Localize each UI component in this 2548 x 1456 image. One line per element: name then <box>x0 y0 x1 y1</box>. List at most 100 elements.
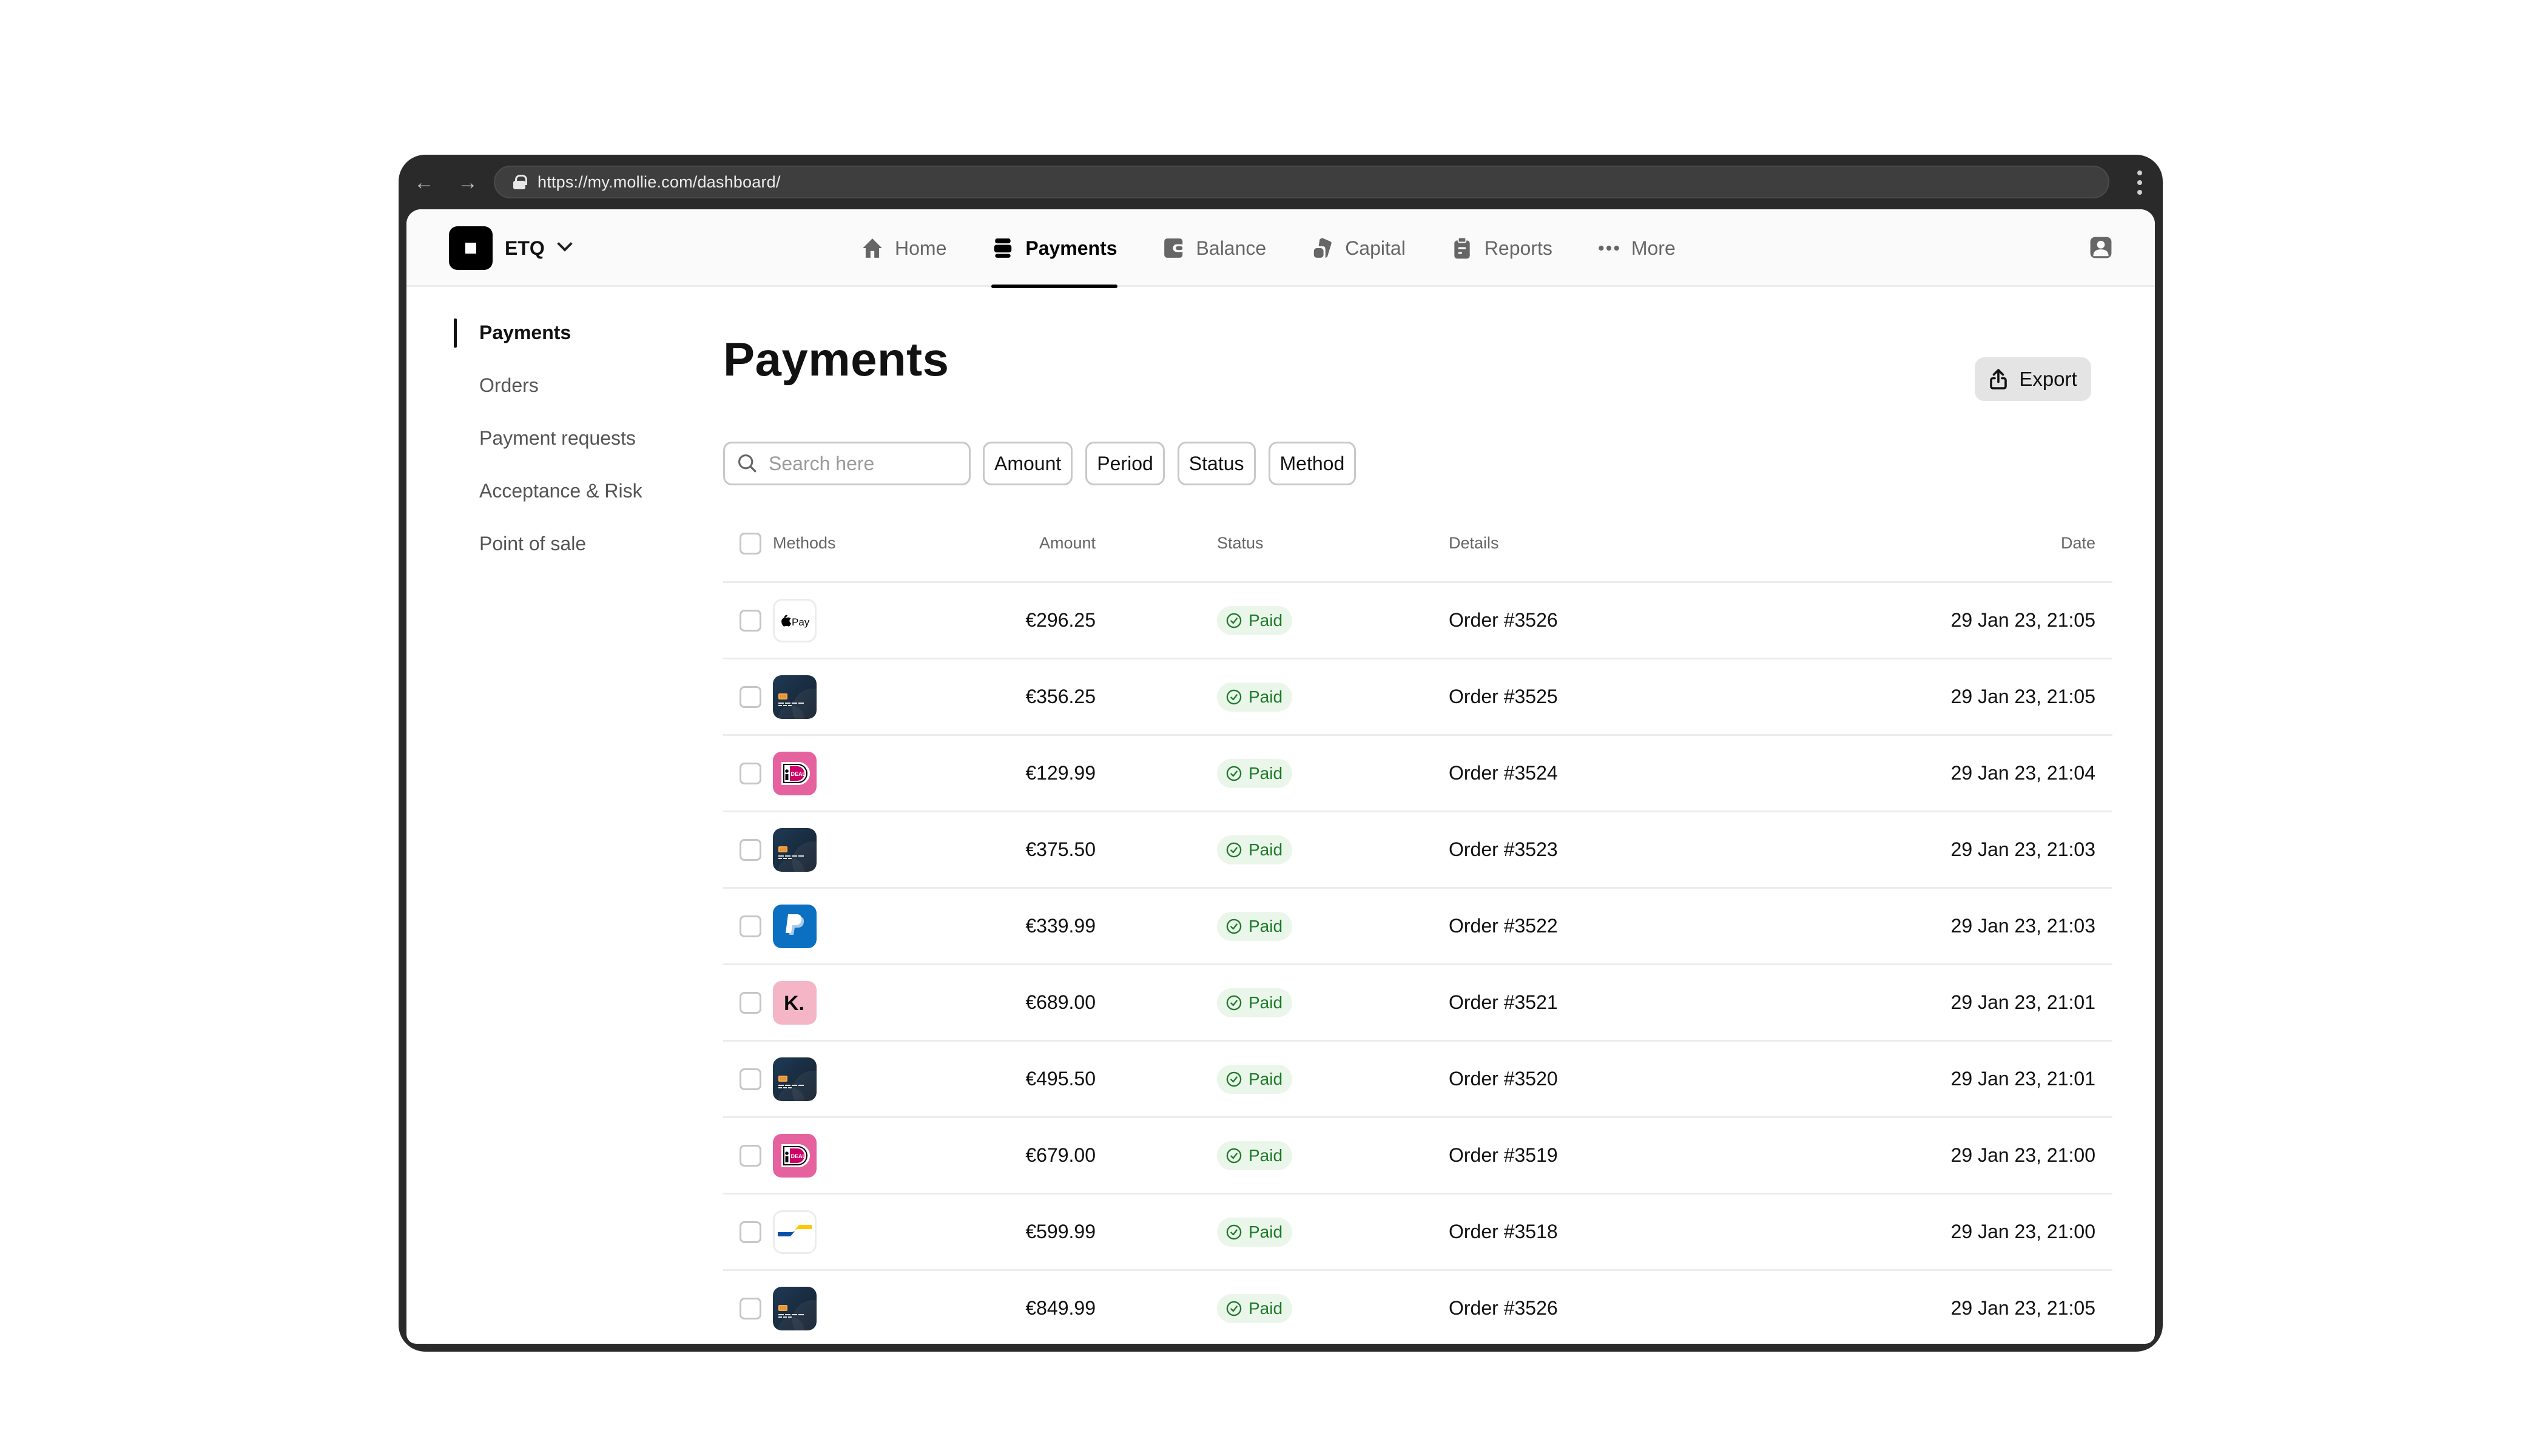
status-cell: Paid <box>1217 1141 1293 1170</box>
filter-method-button[interactable]: Method <box>1268 442 1357 485</box>
credit-card-icon <box>773 1286 817 1330</box>
search-field[interactable] <box>723 442 971 485</box>
details-cell[interactable]: Order #3522 <box>1449 915 1558 937</box>
more-dots-icon <box>1597 237 1620 260</box>
sidebar-item-payment-requests[interactable]: Payment requests <box>454 412 642 465</box>
credit-card-icon <box>773 827 817 872</box>
sidebar-item-payments[interactable]: Payments <box>454 306 642 359</box>
row-checkbox[interactable] <box>740 1297 761 1320</box>
org-switcher[interactable]: ETQ <box>449 226 573 270</box>
nav-more[interactable]: More <box>1597 209 1676 287</box>
sidebar-item-point-of-sale[interactable]: Point of sale <box>454 517 642 570</box>
table-row[interactable]: €495.50 Paid Order #3520 29 Jan 23, 21:0… <box>723 1042 2112 1118</box>
check-circle-icon <box>1226 689 1242 704</box>
status-text: Paid <box>1249 687 1283 706</box>
kebab-menu-icon[interactable] <box>2134 170 2146 195</box>
user-account-icon[interactable] <box>2089 236 2112 259</box>
url-text[interactable]: https://my.mollie.com/dashboard/ <box>538 173 781 192</box>
credit-card-icon <box>773 675 817 719</box>
search-input[interactable] <box>769 452 963 475</box>
address-bar[interactable]: https://my.mollie.com/dashboard/ <box>494 166 2109 198</box>
row-checkbox[interactable] <box>740 762 761 784</box>
details-cell[interactable]: Order #3524 <box>1449 762 1558 784</box>
row-checkbox[interactable] <box>740 1221 761 1243</box>
amount-cell: €495.50 <box>1025 1068 1096 1090</box>
details-cell[interactable]: Order #3519 <box>1449 1144 1558 1167</box>
nav-reports[interactable]: Reports <box>1451 209 1552 287</box>
browser-window: ← → https://my.mollie.com/dashboard/ ETQ… <box>399 155 2163 1352</box>
row-checkbox[interactable] <box>740 991 761 1014</box>
details-cell[interactable]: Order #3523 <box>1449 838 1558 861</box>
status-badge: Paid <box>1217 835 1293 864</box>
table-row[interactable]: €599.99 Paid Order #3518 29 Jan 23, 21:0… <box>723 1195 2112 1271</box>
date-cell: 29 Jan 23, 21:05 <box>1950 609 2095 631</box>
column-header-status[interactable]: Status <box>1217 534 1264 553</box>
search-icon <box>738 454 757 473</box>
sidebar-item-label: Point of sale <box>479 533 587 554</box>
details-cell[interactable]: Order #3526 <box>1449 1297 1558 1320</box>
status-cell: Paid <box>1217 1293 1293 1323</box>
table-row[interactable]: Pay €296.25 Paid Order #3526 29 Jan 23, … <box>723 583 2112 659</box>
table-row[interactable]: €375.50 Paid Order #3523 29 Jan 23, 21:0… <box>723 812 2112 889</box>
details-cell[interactable]: Order #3520 <box>1449 1068 1558 1090</box>
row-checkbox[interactable] <box>740 609 761 632</box>
table-row[interactable]: DEAL €679.00 Paid Order #3519 29 Jan 23,… <box>723 1118 2112 1195</box>
svg-text:DEAL: DEAL <box>791 771 806 777</box>
row-checkbox[interactable] <box>740 1144 761 1167</box>
nav-balance[interactable]: Balance <box>1162 209 1266 287</box>
column-header-date[interactable]: Date <box>2061 534 2095 553</box>
row-checkbox[interactable] <box>740 838 761 861</box>
table-row[interactable]: €356.25 Paid Order #3525 29 Jan 23, 21:0… <box>723 659 2112 736</box>
arrow-right-icon[interactable]: → <box>456 170 480 195</box>
filter-period-button[interactable]: Period <box>1085 442 1165 485</box>
date-cell: 29 Jan 23, 21:00 <box>1950 1144 2095 1166</box>
column-header-amount[interactable]: Amount <box>1039 534 1096 553</box>
browser-toolbar: ← → https://my.mollie.com/dashboard/ <box>399 155 2163 209</box>
klarna-icon: K. <box>773 980 817 1025</box>
status-cell: Paid <box>1217 1064 1293 1094</box>
bancontact-icon <box>773 1210 817 1254</box>
sidebar-item-orders[interactable]: Orders <box>454 359 642 412</box>
table-row[interactable]: DEAL €129.99 Paid Order #3524 29 Jan 23,… <box>723 736 2112 812</box>
check-circle-icon <box>1226 918 1242 934</box>
details-cell[interactable]: Order #3518 <box>1449 1221 1558 1243</box>
details-cell[interactable]: Order #3521 <box>1449 991 1558 1014</box>
nav-payments[interactable]: Payments <box>991 209 1117 288</box>
status-badge: Paid <box>1217 682 1293 712</box>
ideal-icon: DEAL <box>773 751 817 795</box>
status-text: Paid <box>1249 993 1283 1012</box>
check-circle-icon <box>1226 842 1242 857</box>
status-text: Paid <box>1249 840 1283 859</box>
row-checkbox[interactable] <box>740 915 761 937</box>
column-header-details[interactable]: Details <box>1449 534 1499 553</box>
check-circle-icon <box>1226 766 1242 781</box>
status-badge: Paid <box>1217 988 1293 1017</box>
filter-status-button[interactable]: Status <box>1177 442 1256 485</box>
arrow-left-icon[interactable]: ← <box>412 170 436 195</box>
status-cell: Paid <box>1217 605 1293 635</box>
payments-table: Methods Amount Status Details Date Pay €… <box>723 505 2112 1344</box>
export-button[interactable]: Export <box>1975 357 2091 401</box>
table-row[interactable]: €849.99 Paid Order #3526 29 Jan 23, 21:0… <box>723 1271 2112 1344</box>
table-row[interactable]: K. €689.00 Paid Order #3521 29 Jan 23, 2… <box>723 965 2112 1042</box>
nav-home[interactable]: Home <box>861 209 946 287</box>
check-circle-icon <box>1226 1071 1242 1087</box>
details-cell[interactable]: Order #3526 <box>1449 609 1558 632</box>
column-header-methods[interactable]: Methods <box>773 534 836 553</box>
filter-amount-button[interactable]: Amount <box>983 442 1073 485</box>
row-checkbox[interactable] <box>740 1068 761 1090</box>
status-text: Paid <box>1249 763 1283 783</box>
status-badge: Paid <box>1217 911 1293 941</box>
status-text: Paid <box>1249 610 1283 630</box>
sidebar-item-label: Orders <box>479 374 539 396</box>
nav-capital[interactable]: Capital <box>1311 209 1406 287</box>
row-checkbox[interactable] <box>740 686 761 708</box>
amount-cell: €129.99 <box>1025 762 1096 784</box>
sidebar-item-acceptance-risk[interactable]: Acceptance & Risk <box>454 465 642 517</box>
select-all-checkbox[interactable] <box>740 532 761 554</box>
status-text: Paid <box>1249 916 1283 935</box>
amount-cell: €849.99 <box>1025 1297 1096 1319</box>
table-row[interactable]: €339.99 Paid Order #3522 29 Jan 23, 21:0… <box>723 889 2112 965</box>
details-cell[interactable]: Order #3525 <box>1449 686 1558 708</box>
status-badge: Paid <box>1217 1293 1293 1323</box>
